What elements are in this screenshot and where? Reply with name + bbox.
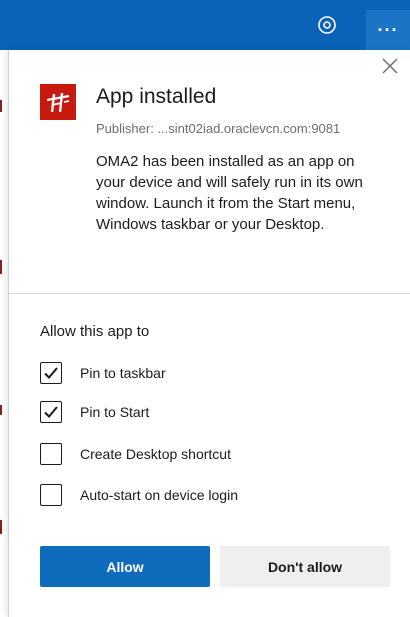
close-icon — [382, 58, 398, 79]
page-edge-mark — [0, 520, 2, 534]
checkbox-create-desktop-shortcut[interactable] — [40, 443, 62, 465]
page-edge-mark — [0, 405, 2, 415]
more-options-button[interactable]: ··· — [366, 10, 410, 50]
dont-allow-button[interactable]: Don't allow — [220, 546, 390, 587]
option-auto-start[interactable]: Auto-start on device login — [40, 483, 238, 507]
oracle-app-icon — [40, 84, 76, 120]
close-button[interactable] — [379, 57, 401, 79]
install-description: OMA2 has been installed as an app on you… — [96, 153, 363, 233]
divider — [8, 293, 410, 294]
checkbox-pin-to-start[interactable] — [40, 401, 62, 423]
page-edge-mark — [0, 100, 2, 112]
dialog-title: App installed — [96, 85, 217, 108]
option-pin-to-start[interactable]: Pin to Start — [40, 400, 149, 424]
allow-button[interactable]: Allow — [40, 546, 210, 587]
location-button[interactable] — [314, 14, 340, 40]
option-label: Create Desktop shortcut — [80, 446, 231, 462]
browser-toolbar: ··· — [0, 0, 410, 50]
checkmark-icon — [44, 406, 58, 418]
option-label: Pin to Start — [80, 404, 150, 420]
option-pin-to-taskbar[interactable]: Pin to taskbar — [40, 361, 166, 385]
option-label: Auto-start on device login — [80, 487, 238, 503]
page-edge-mark — [0, 260, 2, 274]
option-create-desktop-shortcut[interactable]: Create Desktop shortcut — [40, 442, 231, 466]
permissions-heading: Allow this app to — [40, 323, 150, 340]
checkbox-pin-to-taskbar[interactable] — [40, 362, 62, 384]
publisher-text: Publisher: ...sint02iad.oraclevcn.com:90… — [96, 121, 341, 136]
location-icon — [316, 14, 338, 41]
option-label: Pin to taskbar — [80, 365, 166, 381]
page-edge — [0, 50, 8, 617]
checkbox-auto-start[interactable] — [40, 484, 62, 506]
checkmark-icon — [44, 367, 58, 379]
